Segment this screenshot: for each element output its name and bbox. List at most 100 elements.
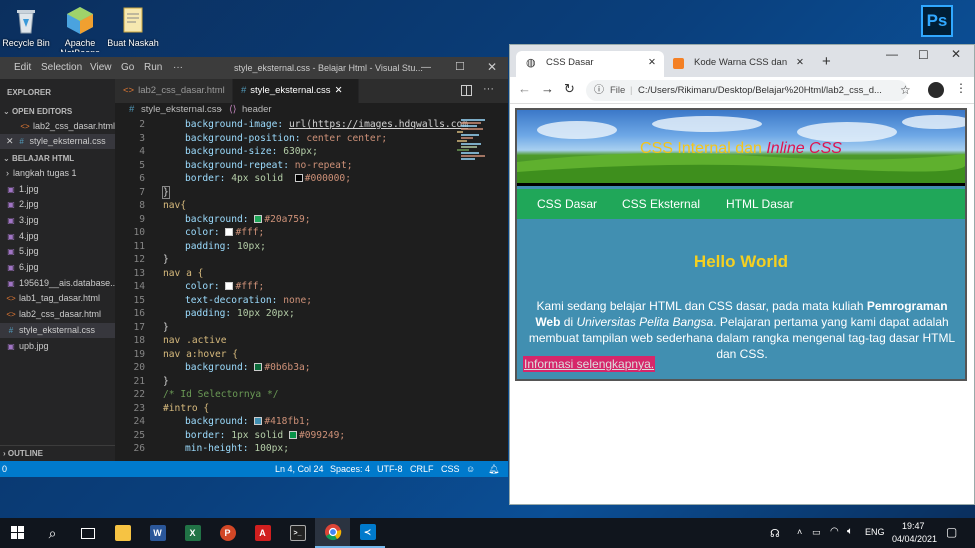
desktop-icon-netbeans[interactable]: Apache NetBeans [54, 5, 106, 52]
folder-header[interactable]: ⌄ BELAJAR HTML [0, 151, 115, 166]
menu-view[interactable]: View [90, 62, 112, 73]
menu-edit[interactable]: Edit [14, 62, 31, 73]
close-icon[interactable]: ✕ [335, 85, 343, 96]
close-tab-icon[interactable]: ✕ [648, 51, 656, 75]
nav-link-html-dasar[interactable]: HTML Dasar [726, 189, 794, 219]
chrome-window[interactable]: ◍ CSS Dasar ✕ Kode Warna CSS dan HTML ✕ … [509, 44, 975, 505]
image-file-icon: ▣ [7, 232, 15, 241]
avatar[interactable] [928, 82, 944, 98]
info-icon[interactable]: ⓘ [594, 80, 604, 101]
line-number: 23 [133, 403, 145, 414]
menu-more[interactable]: ··· [173, 62, 183, 73]
clock-date[interactable]: 04/04/2021 [892, 534, 937, 544]
more-actions-icon[interactable]: ··· [483, 83, 494, 95]
cursor-position[interactable]: Ln 4, Col 24 [275, 461, 324, 477]
file-item[interactable]: ▣ upb.jpg [0, 339, 115, 354]
new-tab-button[interactable]: + [822, 53, 831, 70]
menu-run[interactable]: Run [144, 62, 162, 73]
file-item[interactable]: ▣ 195619__ais.database.... [0, 276, 115, 291]
wifi-icon[interactable]: ◠ [830, 526, 839, 537]
color-swatch[interactable] [294, 174, 303, 182]
file-item[interactable]: <> lab1_tag_dasar.html [0, 291, 115, 306]
file-item[interactable]: ▣ 3.jpg [0, 213, 115, 228]
outline-header[interactable]: › OUTLINE [0, 445, 115, 460]
file-item[interactable]: <> lab2_css_dasar.html [0, 307, 115, 322]
color-swatch[interactable] [254, 215, 263, 223]
split-editor-icon[interactable] [461, 85, 472, 96]
file-explorer-icon[interactable] [105, 518, 140, 548]
close-icon[interactable]: ✕ [6, 136, 14, 146]
reload-icon[interactable]: ↻ [564, 81, 575, 97]
menu-go[interactable]: Go [121, 62, 134, 73]
code-editor[interactable]: 2 3 4 5 6 7 8 9 10 11 12 13 14 15 16 17 … [115, 117, 508, 461]
chrome-taskbar-icon[interactable] [315, 518, 350, 548]
forward-icon[interactable]: → [541, 81, 554, 96]
tab-css-dasar[interactable]: ◍ CSS Dasar ✕ [516, 51, 664, 77]
file-item[interactable]: ▣ 5.jpg [0, 244, 115, 259]
clock-time[interactable]: 19:47 [902, 521, 925, 531]
desktop-icon-recycle-bin[interactable]: Recycle Bin [0, 5, 52, 48]
breadcrumb-file[interactable]: style_eksternal.css [141, 103, 221, 117]
file-item[interactable]: ▣ 1.jpg [0, 182, 115, 197]
powerpoint-icon[interactable]: P [210, 518, 245, 548]
maximize-icon[interactable]: ☐ [455, 60, 465, 73]
volume-icon[interactable]: 🔈︎ [847, 526, 853, 537]
color-swatch[interactable] [225, 282, 234, 290]
task-view-icon[interactable] [70, 518, 105, 548]
start-button[interactable] [0, 518, 35, 548]
bell-icon[interactable]: 🔔︎ [488, 461, 499, 477]
open-editor-item[interactable]: <> lab2_css_dasar.html [0, 119, 115, 134]
open-editor-item[interactable]: ✕ # style_eksternal.css [0, 134, 115, 149]
address-bar[interactable]: ⓘ File | C:/Users/Rikimaru/Desktop/Belaj… [586, 80, 911, 101]
language-indicator[interactable]: ENG [865, 527, 885, 537]
file-item[interactable]: ▣ 6.jpg [0, 260, 115, 275]
vscode-window[interactable]: Edit Selection View Go Run ··· style_eks… [0, 57, 508, 477]
notification-icon[interactable]: ▢ [946, 525, 957, 539]
language-mode[interactable]: CSS [441, 461, 460, 477]
minimize-icon[interactable]: — [421, 62, 431, 73]
color-swatch[interactable] [288, 431, 297, 439]
word-icon[interactable]: W [140, 518, 175, 548]
menu-dots-icon[interactable]: ⋮ [955, 81, 967, 95]
terminal-icon[interactable]: >_ [280, 518, 315, 548]
nav-link-css-dasar[interactable]: CSS Dasar [537, 189, 597, 219]
more-info-link[interactable]: Informasi selengkapnya. [523, 356, 656, 372]
encoding[interactable]: UTF-8 [377, 461, 403, 477]
url-scheme-label: File [610, 85, 626, 96]
tab-style-eksternal[interactable]: # style_eksternal.css ✕ [233, 79, 359, 103]
problems-count[interactable]: 0 [2, 461, 7, 477]
desktop-icon-buat-naskah[interactable]: Buat Naskah [107, 5, 159, 52]
vscode-taskbar-icon[interactable]: ≺ [350, 518, 385, 548]
battery-icon[interactable]: ▭ [812, 527, 821, 538]
open-editors-header[interactable]: ⌄ OPEN EDITORS [0, 104, 115, 119]
excel-icon[interactable]: X [175, 518, 210, 548]
minimize-icon[interactable]: — [886, 47, 898, 61]
tab-lab2-css-dasar[interactable]: <> lab2_css_dasar.html [115, 79, 233, 103]
file-item[interactable]: ▣ 2.jpg [0, 197, 115, 212]
acrobat-icon[interactable]: A [245, 518, 280, 548]
search-icon[interactable]: ⌕ [35, 518, 70, 548]
chevron-up-icon[interactable]: ˄ [797, 527, 802, 537]
nav-link-css-eksternal[interactable]: CSS Eksternal [622, 189, 700, 219]
people-icon[interactable]: ☊ [770, 527, 780, 540]
color-swatch[interactable] [254, 417, 263, 425]
bookmark-star-icon[interactable]: ☆ [900, 80, 911, 101]
photoshop-desktop-icon[interactable]: Ps [921, 5, 953, 37]
menu-selection[interactable]: Selection [41, 62, 82, 73]
color-swatch[interactable] [225, 228, 234, 236]
folder-item[interactable]: › langkah tugas 1 [0, 166, 115, 181]
maximize-icon[interactable]: ☐ [918, 48, 929, 62]
close-tab-icon[interactable]: ✕ [796, 51, 804, 75]
feedback-icon[interactable]: ☺ [466, 461, 475, 477]
color-swatch[interactable] [254, 363, 263, 371]
file-item[interactable]: # style_eksternal.css [0, 323, 115, 338]
minimap[interactable] [455, 117, 495, 177]
close-icon[interactable]: ✕ [951, 47, 961, 61]
indentation[interactable]: Spaces: 4 [330, 461, 370, 477]
line-endings[interactable]: CRLF [410, 461, 434, 477]
back-icon[interactable]: ← [518, 81, 531, 96]
file-item[interactable]: ▣ 4.jpg [0, 229, 115, 244]
breadcrumb-symbol[interactable]: header [242, 103, 272, 117]
close-icon[interactable]: ✕ [487, 60, 497, 74]
tab-kode-warna[interactable]: Kode Warna CSS dan HTML ✕ [664, 51, 812, 77]
